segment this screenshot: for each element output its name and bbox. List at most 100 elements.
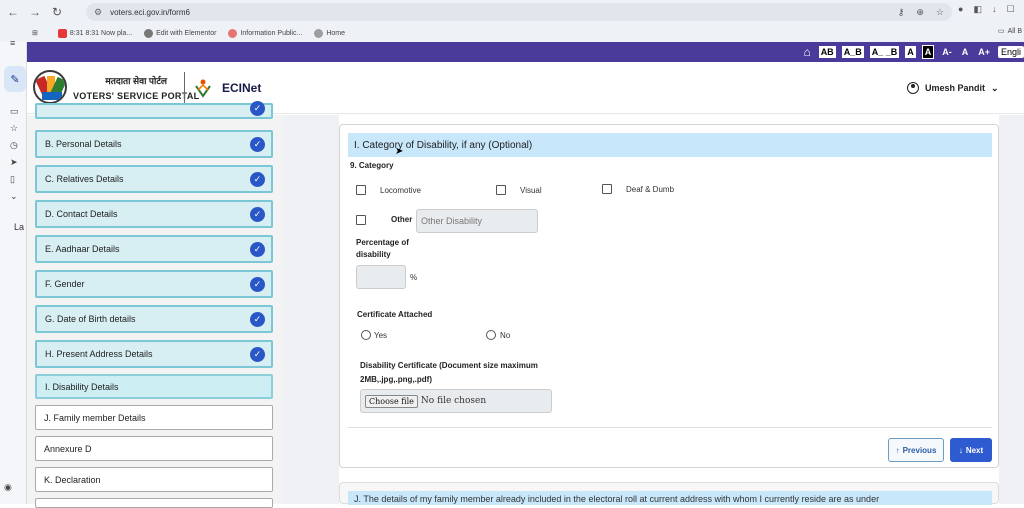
- inbox-icon[interactable]: ▭: [10, 106, 19, 117]
- visual-checkbox[interactable]: [496, 185, 506, 195]
- percentage-input[interactable]: [356, 265, 406, 289]
- user-name: Umesh Pandit: [925, 83, 986, 93]
- step-item[interactable]: B. Personal Details ✓: [35, 130, 273, 158]
- key-icon[interactable]: ⚷: [898, 7, 905, 18]
- portal-name: VOTERS' SERVICE PORTAL: [73, 91, 200, 101]
- apps-icon[interactable]: ⊞: [32, 29, 38, 37]
- send-icon[interactable]: ➤: [10, 157, 18, 168]
- zoom-icon[interactable]: ⊕: [916, 7, 924, 18]
- choose-file-button[interactable]: Choose file: [365, 394, 418, 408]
- steps-panel: ✓ B. Personal Details ✓ C. Relatives Det…: [27, 101, 283, 508]
- upload-label-2: 2MB,.jpg,.png,.pdf): [360, 375, 432, 384]
- language-select[interactable]: Engli: [997, 46, 1024, 58]
- download-icon[interactable]: ↓: [992, 4, 997, 15]
- step-item[interactable]: E. Aadhaar Details ✓: [35, 235, 273, 263]
- no-radio[interactable]: [486, 330, 496, 340]
- other-checkbox[interactable]: [356, 215, 366, 225]
- step-item[interactable]: Annexure D: [35, 436, 273, 461]
- section-title: I. Category of Disability, if any (Optio…: [348, 133, 992, 157]
- chevron-down-icon: ⌄: [991, 82, 999, 93]
- address-bar[interactable]: ⚙ voters.eci.gov.in/form6 ⚷ ⊕ ☆: [86, 3, 952, 21]
- previous-button[interactable]: ↑ Previous: [888, 438, 944, 462]
- extensions-icon[interactable]: ◧: [973, 4, 982, 15]
- bookmark-item[interactable]: Home: [314, 28, 345, 38]
- step-item[interactable]: J. Family member Details: [35, 405, 273, 430]
- category-label: 9. Category: [350, 161, 394, 170]
- step-item[interactable]: D. Contact Details ✓: [35, 200, 273, 228]
- check-icon: ✓: [250, 137, 265, 152]
- home-icon[interactable]: ⌂: [801, 44, 812, 60]
- site-info-icon[interactable]: ⚙: [94, 7, 102, 18]
- sidebar-label: La: [14, 222, 25, 232]
- text-spacing-2[interactable]: A_B: [841, 46, 864, 58]
- clock-icon[interactable]: ◷: [10, 140, 18, 151]
- menu-icon[interactable]: ≡: [10, 38, 15, 48]
- browser-chrome: ← → ↻ ⚙ voters.eci.gov.in/form6 ⚷ ⊕ ☆ ● …: [0, 0, 1024, 42]
- chevron-down-icon[interactable]: ⌄: [10, 191, 18, 202]
- text-spacing-1[interactable]: AB: [818, 46, 836, 58]
- hindi-title: मतदाता सेवा पोर्टल: [105, 76, 168, 86]
- check-icon: ✓: [250, 242, 265, 257]
- accessibility-bar: ⌂ AB A_B A_ _B A A A- A A+ Engli: [27, 42, 1024, 62]
- info-icon: [228, 28, 238, 38]
- bookmark-item[interactable]: Edit with Elementor: [144, 28, 216, 38]
- step-item[interactable]: [35, 498, 273, 508]
- arrow-down-icon: ↓: [958, 445, 963, 455]
- yes-radio[interactable]: [361, 330, 371, 340]
- file-input[interactable]: Choose file No file chosen: [360, 389, 552, 413]
- user-icon: [907, 82, 919, 94]
- browser-toolbar: ← → ↻ ⚙ voters.eci.gov.in/form6 ⚷ ⊕ ☆ ● …: [0, 0, 1024, 24]
- percentage-label: Percentage of: [356, 238, 409, 247]
- back-icon[interactable]: ←: [4, 3, 22, 21]
- step-item-active[interactable]: I. Disability Details: [35, 374, 273, 399]
- profile-icon[interactable]: ☐: [1006, 4, 1014, 15]
- page-gutter: [283, 115, 339, 504]
- step-item[interactable]: F. Gender ✓: [35, 270, 273, 298]
- step-item[interactable]: G. Date of Birth details ✓: [35, 305, 273, 333]
- next-button[interactable]: ↓ Next: [950, 438, 992, 462]
- mic-icon[interactable]: ●: [958, 4, 963, 15]
- text-spacing-3[interactable]: A_ _B: [869, 46, 900, 58]
- percentage-label-2: disability: [356, 250, 391, 259]
- visual-label: Visual: [520, 186, 542, 195]
- step-item[interactable]: C. Relatives Details ✓: [35, 165, 273, 193]
- check-icon: ✓: [250, 347, 265, 362]
- check-icon: ✓: [250, 312, 265, 327]
- portal-title: मतदाता सेवा पोर्टल VOTERS' SERVICE PORTA…: [73, 74, 199, 101]
- bookmark-item[interactable]: 8:31 8:31 Now pla...: [57, 28, 132, 38]
- pencil-icon[interactable]: ✎: [4, 66, 26, 92]
- deaf-dumb-checkbox[interactable]: [602, 184, 612, 194]
- yes-label: Yes: [374, 331, 388, 340]
- bookmark-item[interactable]: Information Public...: [228, 28, 302, 38]
- all-bookmarks[interactable]: ▭ All B: [998, 27, 1022, 36]
- arrow-up-icon: ↑: [895, 445, 900, 455]
- certificate-label: Certificate Attached: [357, 310, 433, 319]
- font-increase[interactable]: A+: [976, 46, 992, 58]
- step-item[interactable]: K. Declaration: [35, 467, 273, 492]
- contrast-dark[interactable]: A: [921, 45, 935, 59]
- globe-icon: [314, 28, 324, 38]
- other-disability-input[interactable]: Other Disability: [416, 209, 538, 233]
- reload-icon[interactable]: ↻: [48, 3, 66, 21]
- step-item[interactable]: ✓: [35, 101, 273, 119]
- font-normal[interactable]: A: [960, 46, 971, 58]
- eci-logo[interactable]: [33, 70, 67, 104]
- locomotive-checkbox[interactable]: [356, 185, 366, 195]
- next-section-card: J. The details of my family member alrea…: [339, 482, 999, 505]
- settings-icon[interactable]: ◉: [4, 482, 12, 493]
- step-item[interactable]: H. Present Address Details ✓: [35, 340, 273, 368]
- star-icon[interactable]: ☆: [10, 123, 18, 134]
- divider: [348, 427, 992, 428]
- check-icon: ✓: [250, 207, 265, 222]
- star-icon[interactable]: ☆: [936, 7, 944, 18]
- ecinet-title: ECINet: [222, 81, 262, 95]
- user-menu[interactable]: Umesh Pandit ⌄: [907, 82, 999, 94]
- check-icon: ✓: [250, 277, 265, 292]
- upload-label: Disability Certificate (Document size ma…: [360, 361, 538, 370]
- contrast-light[interactable]: A: [905, 46, 916, 58]
- forward-icon[interactable]: →: [26, 3, 44, 21]
- no-label: No: [500, 331, 511, 340]
- font-decrease[interactable]: A-: [940, 46, 954, 58]
- disability-form: I. Category of Disability, if any (Optio…: [339, 124, 999, 468]
- file-icon[interactable]: ▯: [10, 174, 15, 185]
